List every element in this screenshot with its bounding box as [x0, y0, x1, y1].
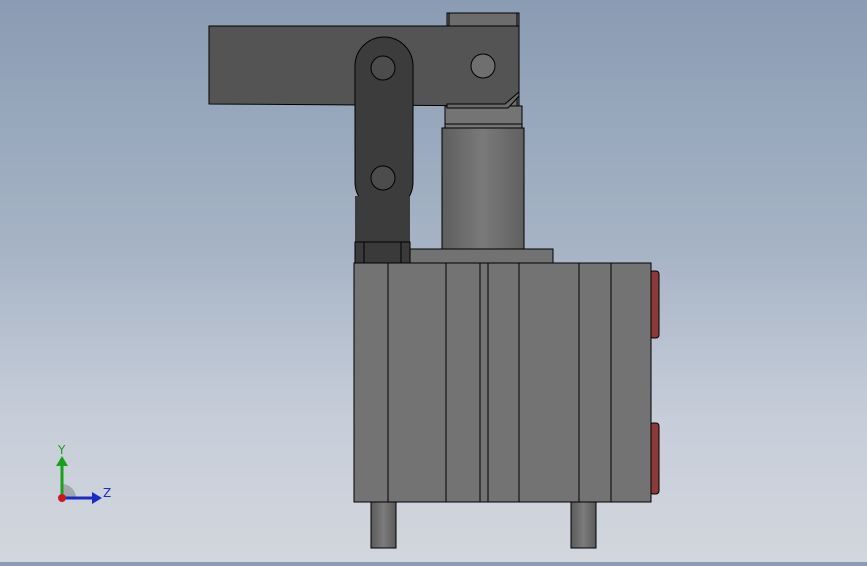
arm-pivot-pin — [470, 53, 496, 79]
mounting-legs — [370, 501, 597, 549]
z-arrow-icon — [92, 492, 102, 504]
clamp-link — [354, 36, 414, 242]
piston-collar — [444, 105, 523, 129]
orientation-triad[interactable]: Y Z — [40, 440, 120, 510]
z-axis-label: Z — [103, 486, 111, 500]
body-top-plate — [409, 248, 554, 264]
y-axis-label: Y — [57, 443, 66, 457]
origin-icon — [58, 494, 66, 502]
model-canvas[interactable] — [0, 0, 867, 562]
piston-cylinder — [441, 127, 525, 251]
y-arrow-icon — [56, 456, 68, 466]
3d-viewport[interactable] — [0, 0, 867, 562]
clamp-body — [353, 262, 652, 503]
link-base — [354, 241, 411, 264]
